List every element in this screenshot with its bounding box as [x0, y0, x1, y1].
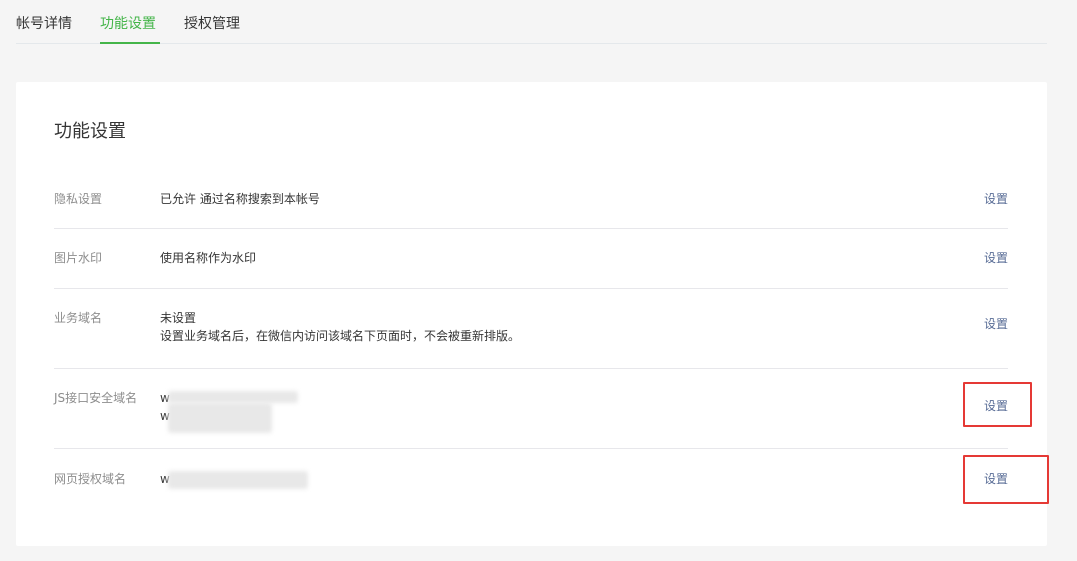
feature-settings-panel: 功能设置 隐私设置 已允许 通过名称搜索到本帐号 设置 图片水印 使用名称作为水…: [16, 82, 1047, 546]
setting-row-privacy: 隐私设置 已允许 通过名称搜索到本帐号 设置: [54, 170, 1008, 229]
setting-value-group: 未设置 设置业务域名后，在微信内访问该域名下页面时，不会被重新排版。: [160, 309, 520, 345]
setting-label: 隐私设置: [54, 192, 103, 206]
tab-feature-settings[interactable]: 功能设置: [100, 14, 156, 34]
business-domain-settings-button[interactable]: 设置: [984, 315, 1008, 333]
redacted-domain: [168, 391, 298, 403]
setting-label: JS接口安全域名: [54, 391, 138, 405]
privacy-settings-button[interactable]: 设置: [984, 190, 1008, 208]
setting-description: 设置业务域名后，在微信内访问该域名下页面时，不会被重新排版。: [160, 329, 521, 343]
setting-value: 未设置: [160, 311, 197, 325]
setting-value: 使用名称作为水印: [160, 251, 257, 265]
section-title: 功能设置: [54, 121, 126, 142]
setting-label: 业务域名: [54, 311, 103, 325]
setting-row-watermark: 图片水印 使用名称作为水印 设置: [54, 229, 1008, 289]
watermark-settings-button[interactable]: 设置: [984, 249, 1008, 267]
setting-value: 已允许 通过名称搜索到本帐号: [160, 192, 320, 206]
tab-account-details[interactable]: 帐号详情: [16, 14, 72, 34]
setting-row-js-secure-domain: JS接口安全域名 w w 设置: [54, 369, 1008, 449]
oauth-domain-settings-button[interactable]: 设置: [984, 470, 1008, 488]
redacted-domain: [168, 471, 308, 489]
setting-row-oauth-domain: 网页授权域名 w 设置: [54, 449, 1008, 529]
js-secure-domain-settings-button[interactable]: 设置: [984, 397, 1008, 415]
active-tab-indicator: [100, 42, 160, 44]
redacted-domain: [168, 403, 272, 433]
setting-label: 网页授权域名: [54, 472, 127, 486]
tab-authorization-management[interactable]: 授权管理: [184, 14, 240, 34]
setting-row-business-domain: 业务域名 未设置 设置业务域名后，在微信内访问该域名下页面时，不会被重新排版。 …: [54, 289, 1008, 369]
tab-bar: 帐号详情 功能设置 授权管理: [16, 0, 1047, 44]
setting-label: 图片水印: [54, 251, 103, 265]
